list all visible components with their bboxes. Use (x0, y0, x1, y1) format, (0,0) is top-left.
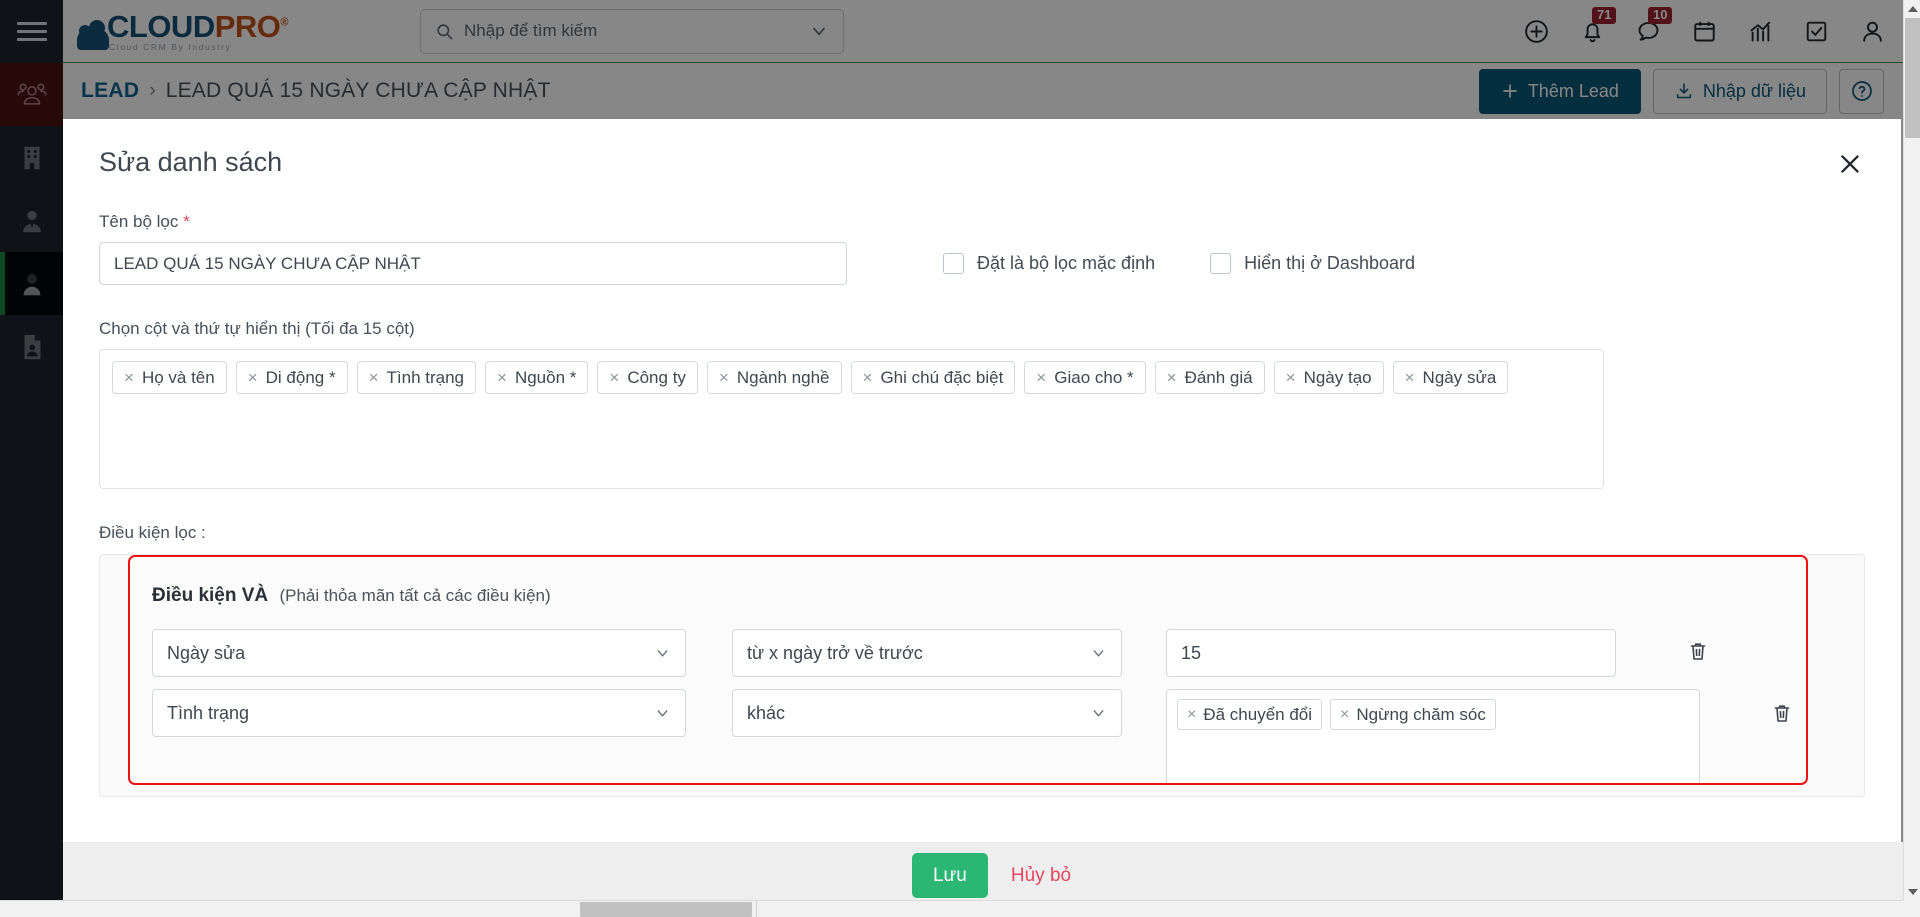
chevron-down-icon (1093, 710, 1104, 717)
conditions-panel: Điều kiện VÀ (Phải thỏa mãn tất cả các đ… (99, 554, 1865, 797)
chevron-down-icon (657, 650, 668, 657)
tag-remove-icon[interactable]: × (369, 369, 379, 386)
filter-name-row: Đặt là bộ lọc mặc định Hiển thị ở Dashbo… (99, 242, 1865, 285)
tag-remove-icon[interactable]: × (719, 369, 729, 386)
and-condition-title: Điều kiện VÀ (Phải thỏa mãn tất cả các đ… (152, 585, 1806, 607)
condition-value-tag[interactable]: × Đã chuyển đổi (1177, 699, 1323, 730)
condition-operator-value: khác (747, 702, 786, 723)
filter-conditions-label: Điều kiện lọc : (99, 523, 206, 542)
column-tag[interactable]: × Ngành nghề (706, 361, 842, 394)
and-hint-text: (Phải thỏa mãn tất cả các điều kiện) (279, 586, 551, 605)
vertical-scroll-thumb[interactable] (1905, 18, 1920, 138)
tag-label: Đã chuyển đổi (1203, 704, 1313, 724)
column-tag[interactable]: × Họ và tên (112, 361, 227, 394)
condition-operator-select[interactable]: từ x ngày trở về trước (732, 629, 1122, 677)
tag-label: Nguồn * (514, 367, 577, 387)
tag-label: Công ty (627, 367, 686, 387)
columns-label: Chọn cột và thứ tự hiển thị (Tối đa 15 c… (99, 319, 415, 338)
modal-body: Tên bộ lọc * Đặt là bộ lọc mặc định Hiển… (63, 212, 1901, 797)
tag-label: Ghi chú đặc biệt (880, 367, 1004, 387)
close-icon[interactable] (1835, 149, 1865, 179)
column-tag[interactable]: × Nguồn * (485, 361, 589, 394)
filter-name-label-text: Tên bộ lọc (99, 212, 179, 231)
horizontal-scrollbar[interactable] (0, 900, 1903, 917)
edit-list-modal: Sửa danh sách Tên bộ lọc * Đặt là bộ lọc… (63, 119, 1901, 842)
column-tag[interactable]: × Công ty (597, 361, 698, 394)
checkbox-box[interactable] (943, 253, 964, 274)
tag-label: Họ và tên (141, 367, 215, 387)
column-tag[interactable]: × Ngày tạo (1273, 361, 1384, 394)
condition-value-tag-box[interactable]: × Đã chuyển đổi × Ngừng chăm sóc (1166, 689, 1700, 783)
tag-remove-icon[interactable]: × (124, 369, 134, 386)
scroll-up-arrow[interactable] (1904, 0, 1920, 17)
condition-row: Tình trạng khác × Đã chuyển đổi × Ngừng chă… (152, 689, 1806, 783)
scrollbar-divider (756, 901, 757, 917)
filter-name-input[interactable] (99, 242, 847, 285)
save-button[interactable]: Lưu (911, 853, 988, 898)
tag-label: Di động * (265, 367, 336, 387)
condition-row: Ngày sửa từ x ngày trở về trước (152, 629, 1806, 677)
column-tag[interactable]: × Ghi chú đặc biệt (850, 361, 1016, 394)
tag-remove-icon[interactable]: × (1167, 369, 1177, 386)
tag-remove-icon[interactable]: × (1340, 706, 1349, 723)
tag-label: Đánh giá (1184, 367, 1253, 387)
app-root: CLOUDPRO® Cloud CRM By Industry Nhập để … (0, 0, 1920, 917)
tag-label: Ngày tạo (1303, 367, 1372, 387)
tag-remove-icon[interactable]: × (1036, 369, 1046, 386)
modal-header: Sửa danh sách (63, 119, 1901, 178)
tag-remove-icon[interactable]: × (1286, 369, 1296, 386)
trash-icon (1690, 643, 1706, 660)
condition-value-input[interactable] (1166, 629, 1616, 677)
show-dashboard-checkbox[interactable]: Hiển thị ở Dashboard (1210, 253, 1415, 274)
condition-field-select[interactable]: Ngày sửa (152, 629, 686, 677)
default-filter-label: Đặt là bộ lọc mặc định (977, 253, 1156, 273)
default-filter-checkbox[interactable]: Đặt là bộ lọc mặc định (943, 253, 1155, 274)
condition-value-tag[interactable]: × Ngừng chăm sóc (1330, 699, 1496, 730)
condition-field-value: Tình trạng (167, 702, 250, 723)
scrollbar-corner (1903, 900, 1920, 917)
condition-field-select[interactable]: Tình trạng (152, 689, 686, 737)
tag-remove-icon[interactable]: × (1405, 369, 1415, 386)
required-mark: * (183, 212, 190, 231)
modal-title: Sửa danh sách (99, 147, 283, 177)
show-dashboard-label: Hiển thị ở Dashboard (1244, 253, 1415, 273)
column-tag[interactable]: × Tình trạng (356, 361, 477, 394)
delete-condition-button[interactable] (1770, 701, 1794, 730)
horizontal-scroll-thumb[interactable] (580, 902, 752, 917)
column-tag[interactable]: × Di động * (235, 361, 348, 394)
column-tag[interactable]: × Ngày sửa (1392, 361, 1509, 394)
tag-label: Giao cho * (1054, 367, 1134, 387)
chevron-down-icon (1093, 650, 1104, 657)
tag-remove-icon[interactable]: × (248, 369, 258, 386)
condition-operator-value: từ x ngày trở về trước (747, 642, 923, 663)
tag-label: Ngày sửa (1422, 367, 1497, 387)
scroll-down-arrow[interactable] (1904, 883, 1920, 900)
tag-remove-icon[interactable]: × (497, 369, 507, 386)
checkbox-box[interactable] (1210, 253, 1232, 274)
and-condition-group: Điều kiện VÀ (Phải thỏa mãn tất cả các đ… (128, 555, 1808, 785)
tag-label: Ngừng chăm sóc (1356, 704, 1486, 724)
tag-remove-icon[interactable]: × (609, 369, 619, 386)
column-tag-box[interactable]: × Họ và tên × Di động * × Tình trạng × Nguồn * ×… (99, 349, 1604, 489)
tag-label: Tình trạng (386, 367, 465, 387)
vertical-scrollbar[interactable] (1903, 0, 1920, 900)
chevron-down-icon (657, 710, 668, 717)
and-title-text: Điều kiện VÀ (152, 585, 269, 606)
condition-operator-select[interactable]: khác (732, 689, 1122, 737)
tag-label: Ngành nghề (736, 367, 830, 387)
condition-field-value: Ngày sửa (167, 642, 246, 663)
filter-name-label: Tên bộ lọc * (99, 212, 1865, 232)
cancel-button[interactable]: Hủy bỏ (1011, 853, 1071, 898)
column-tag[interactable]: × Đánh giá (1154, 361, 1265, 394)
tag-remove-icon[interactable]: × (863, 369, 873, 386)
tag-remove-icon[interactable]: × (1187, 706, 1196, 723)
delete-condition-button[interactable] (1686, 639, 1710, 668)
trash-icon (1774, 705, 1790, 722)
column-tag[interactable]: × Giao cho * (1024, 361, 1146, 394)
